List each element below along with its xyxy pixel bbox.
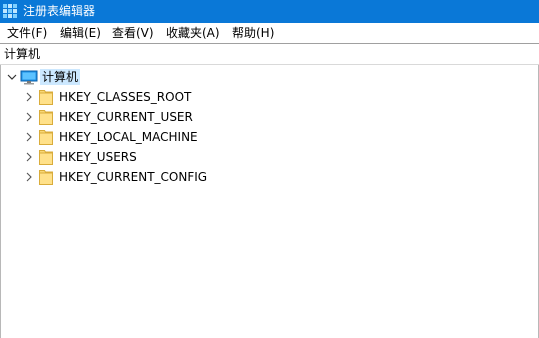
window-title: 注册表编辑器 — [23, 4, 96, 18]
chevron-right-icon[interactable] — [24, 132, 34, 142]
folder-icon — [39, 130, 53, 145]
folder-icon — [39, 90, 53, 105]
menu-favorites[interactable]: 收藏夹(A) — [166, 26, 220, 40]
menu-view[interactable]: 查看(V) — [112, 26, 154, 40]
chevron-right-icon[interactable] — [24, 152, 34, 162]
tree-node-hkey-classes-root[interactable]: HKEY_CLASSES_ROOT — [1, 87, 301, 107]
tree-root[interactable]: 计算机 — [1, 67, 201, 87]
tree-pane[interactable]: 计算机 HKEY_CLASSES_ROOT HKEY_CURRENT_USER … — [0, 65, 539, 338]
menu-file[interactable]: 文件(F) — [7, 26, 47, 40]
folder-icon — [39, 150, 53, 165]
tree-node-hkey-current-user[interactable]: HKEY_CURRENT_USER — [1, 107, 301, 127]
chevron-down-icon[interactable] — [7, 72, 17, 82]
folder-icon — [39, 110, 53, 125]
tree-node-label[interactable]: HKEY_USERS — [59, 150, 137, 164]
menu-bar: 文件(F) 编辑(E) 查看(V) 收藏夹(A) 帮助(H) — [0, 23, 539, 43]
tree-node-label[interactable]: HKEY_CLASSES_ROOT — [59, 90, 191, 104]
folder-icon — [39, 170, 53, 185]
tree-root-label[interactable]: 计算机 — [40, 69, 81, 85]
chevron-right-icon[interactable] — [24, 112, 34, 122]
tree-node-hkey-users[interactable]: HKEY_USERS — [1, 147, 301, 167]
tree-node-label[interactable]: HKEY_CURRENT_USER — [59, 110, 193, 124]
title-bar: 注册表编辑器 — [0, 0, 539, 23]
address-path[interactable]: 计算机 — [4, 47, 40, 61]
tree-node-hkey-local-machine[interactable]: HKEY_LOCAL_MACHINE — [1, 127, 301, 147]
chevron-right-icon[interactable] — [24, 92, 34, 102]
menu-edit[interactable]: 编辑(E) — [60, 26, 101, 40]
regedit-icon — [3, 4, 17, 18]
address-bar[interactable]: 计算机 — [0, 43, 539, 65]
tree-node-hkey-current-config[interactable]: HKEY_CURRENT_CONFIG — [1, 167, 301, 187]
tree-node-label[interactable]: HKEY_CURRENT_CONFIG — [59, 170, 207, 184]
tree-node-label[interactable]: HKEY_LOCAL_MACHINE — [59, 130, 198, 144]
chevron-right-icon[interactable] — [24, 172, 34, 182]
computer-icon — [20, 70, 38, 85]
menu-help[interactable]: 帮助(H) — [232, 26, 274, 40]
